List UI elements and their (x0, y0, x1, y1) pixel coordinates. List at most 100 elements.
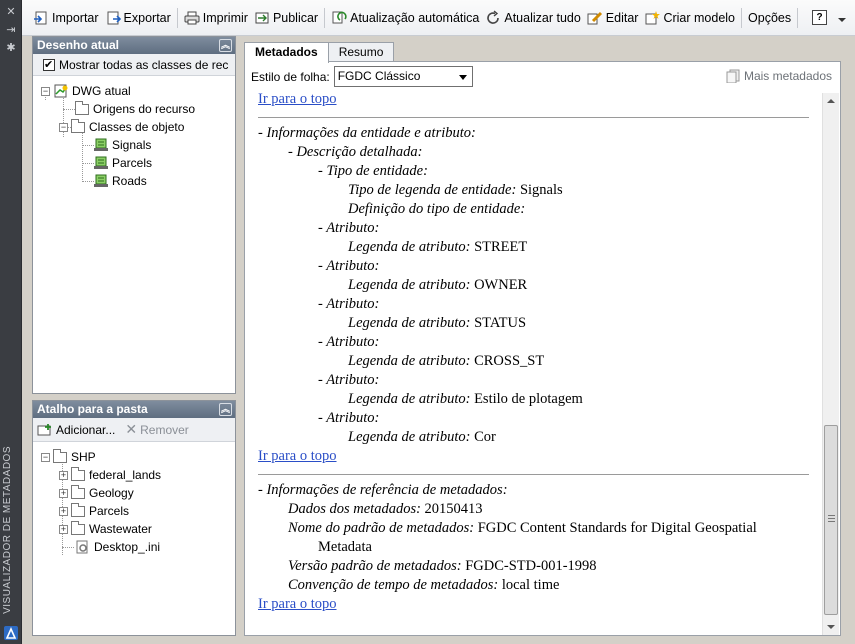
tree-node-wastewater[interactable]: + Wastewater (59, 520, 152, 538)
edit-button[interactable]: Editar (584, 7, 642, 29)
palette-side-strip: ✕ ⇥ ✱ VISUALIZADOR DE METADADOS (0, 0, 22, 644)
tree-node-geology[interactable]: + Geology (59, 484, 134, 502)
attribute-value: STATUS (474, 315, 527, 331)
attribute-label-key: Legenda de atributo: (348, 353, 471, 369)
collapse-toggle-icon[interactable]: − (41, 86, 50, 96)
settings-file-icon (76, 540, 88, 554)
auto-update-icon (332, 11, 347, 23)
printer-icon (184, 11, 200, 24)
collapse-icon[interactable]: ︽ (219, 403, 232, 416)
detailed-description-heading: - Descrição detalhada: (288, 144, 423, 160)
attribute-heading: - Atributo: (318, 296, 380, 312)
help-button[interactable]: ? (809, 7, 830, 29)
create-template-icon (645, 10, 661, 24)
collapse-toggle-icon[interactable]: − (59, 122, 68, 132)
scrollbar-thumb[interactable] (824, 425, 838, 615)
create-template-button[interactable]: Criar modelo (641, 7, 738, 29)
folder-shortcut-panel: Atalho para a pasta ︽ Adicionar... ✕ Rem… (32, 400, 236, 636)
attribute-label-key: Legenda de atributo: (348, 277, 471, 293)
folder-shortcut-title: Atalho para a pasta (37, 402, 148, 416)
app-logo-icon (4, 626, 18, 640)
tree-label-dwg: DWG atual (72, 84, 131, 98)
print-button[interactable]: Imprimir (181, 7, 251, 29)
metadata-date-value: 20150413 (424, 501, 483, 517)
update-all-button[interactable]: Atualizar tudo (482, 7, 583, 29)
tree-label-federal-lands: federal_lands (89, 468, 162, 482)
style-select[interactable]: FGDC Clássico (333, 66, 473, 87)
tree-label-signals: Signals (112, 138, 152, 152)
tree-node-shp[interactable]: − SHP (41, 448, 96, 466)
tree-node-dwg[interactable]: − DWG atual (41, 82, 131, 100)
tree-node-desktop-ini[interactable]: Desktop_.ini (75, 538, 160, 556)
more-metadata-icon (726, 69, 740, 83)
goto-top-link[interactable]: Ir para o topo (258, 596, 337, 612)
metadata-view: Metadados Resumo Estilo de folha: FGDC C… (244, 36, 855, 644)
entity-type-definition-key: Definição do tipo de entidade: (348, 201, 526, 217)
expand-toggle-icon[interactable]: + (59, 524, 68, 534)
publish-label: Publicar (272, 10, 319, 25)
auto-update-button[interactable]: Atualização automática (328, 7, 482, 29)
close-icon[interactable]: ✕ (5, 6, 17, 18)
attribute-label-key: Legenda de atributo: (348, 429, 471, 445)
metadata-content: Estilo de folha: FGDC Clássico Mais meta… (244, 61, 841, 636)
tree-label-wastewater: Wastewater (89, 522, 152, 536)
auto-hide-icon[interactable]: ⇥ (5, 24, 17, 36)
tree-label-roads: Roads (112, 174, 147, 188)
expand-toggle-icon[interactable]: + (59, 488, 68, 498)
more-metadata-button[interactable]: Mais metadados (726, 69, 832, 83)
folder-shortcut-toolbar: Adicionar... ✕ Remover (33, 418, 235, 442)
tree-node-signals[interactable]: Signals (93, 136, 151, 154)
scroll-down-icon[interactable] (823, 619, 839, 635)
toolbar-overflow-icon[interactable] (838, 14, 847, 22)
import-button[interactable]: Importar (30, 7, 102, 29)
folder-icon (53, 448, 67, 463)
expand-toggle-icon[interactable]: + (59, 470, 68, 480)
add-shortcut-label: Adicionar... (56, 422, 116, 437)
attribute-label-key: Legenda de atributo: (348, 239, 471, 255)
collapse-toggle-icon[interactable]: − (41, 452, 50, 462)
tree-node-parcels-folder[interactable]: + Parcels (59, 502, 129, 520)
edit-label: Editar (605, 10, 639, 25)
palette-title: VISUALIZADOR DE METADADOS (2, 446, 13, 614)
tree-label-parcels-folder: Parcels (89, 504, 130, 518)
show-all-row[interactable]: Mostrar todas as classes de rec (33, 54, 235, 76)
standard-name-key: Nome do padrão de metadados: (288, 520, 475, 536)
expand-toggle-icon[interactable]: + (59, 506, 68, 516)
folder-shortcut-header: Atalho para a pasta ︽ (33, 401, 235, 418)
entity-section-heading: - Informações da entidade e atributo: (258, 125, 476, 141)
reference-section-heading: - Informações de referência de metadados… (258, 482, 508, 498)
tab-summary[interactable]: Resumo (327, 42, 395, 62)
show-all-checkbox[interactable] (43, 58, 55, 71)
tree-node-object-classes[interactable]: − Classes de objeto (59, 118, 184, 136)
collapse-icon[interactable]: ︽ (219, 39, 232, 52)
refresh-icon (487, 9, 500, 24)
options-button[interactable]: Opções (745, 7, 794, 29)
scroll-up-icon[interactable] (823, 93, 839, 109)
standard-name-value: FGDC Content Standards for Digital Geosp… (477, 520, 757, 536)
tree-node-parcels[interactable]: Parcels (93, 154, 152, 172)
tree-label-resource-origins: Origens do recurso (93, 102, 196, 116)
goto-top-link[interactable]: Ir para o topo (258, 93, 337, 107)
tree-node-roads[interactable]: Roads (93, 172, 147, 190)
standard-version-value: FGDC-STD-001-1998 (465, 558, 597, 574)
feature-class-icon (94, 138, 108, 151)
export-button[interactable]: Exportar (102, 7, 174, 29)
publish-button[interactable]: Publicar (251, 7, 321, 29)
current-drawing-panel: Desenho atual ︽ Mostrar todas as classes… (32, 36, 236, 394)
tree-node-federal-lands[interactable]: + federal_lands (59, 466, 161, 484)
options-label: Opções (748, 10, 792, 25)
time-convention-key: Convenção de tempo de metadados: (288, 577, 499, 593)
edit-icon (587, 11, 602, 24)
goto-top-link[interactable]: Ir para o topo (258, 448, 337, 464)
remove-shortcut-button[interactable]: ✕ Remover (125, 421, 188, 438)
tab-metadata[interactable]: Metadados (244, 42, 329, 63)
metadata-document: Ir para o topo - Informações da entidade… (246, 93, 821, 635)
publish-icon (255, 12, 269, 23)
vertical-scrollbar[interactable] (822, 93, 839, 635)
export-label: Exportar (123, 10, 171, 25)
style-label: Estilo de folha: (251, 69, 330, 84)
properties-icon[interactable]: ✱ (5, 42, 17, 54)
tree-node-resource-origins[interactable]: Origens do recurso (75, 100, 195, 118)
add-shortcut-button[interactable]: Adicionar... (37, 423, 115, 437)
section-divider (258, 474, 809, 475)
